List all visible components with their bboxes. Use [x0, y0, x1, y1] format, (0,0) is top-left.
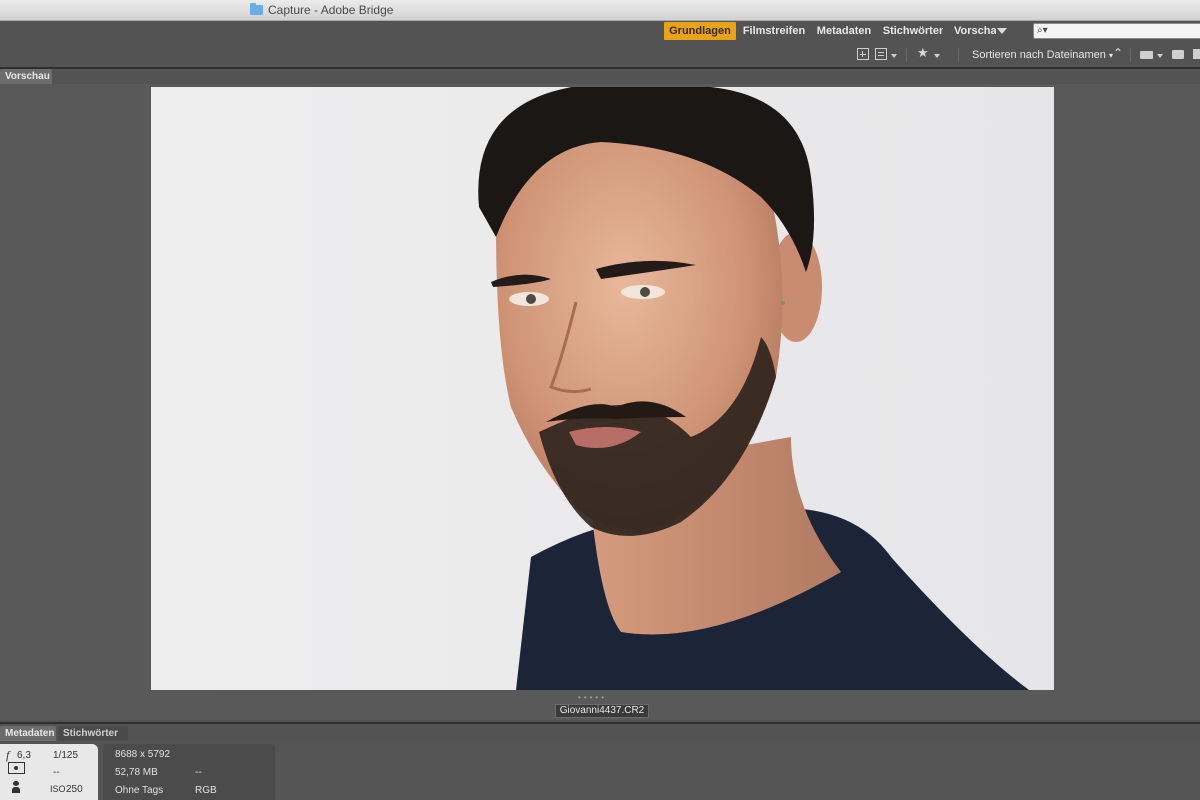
view-mode-icon[interactable] — [875, 48, 887, 60]
workspace-dropdown-icon[interactable] — [997, 28, 1007, 34]
sort-dropdown[interactable]: Sortieren nach Dateinamen ▾ — [972, 49, 1113, 61]
separator — [958, 48, 959, 62]
file-size: 52,78 MB — [115, 767, 158, 778]
recent-folder-icon[interactable] — [1140, 51, 1153, 59]
file-info-box: 8688 x 5792 52,78 MB -- Ohne Tags RGB — [103, 744, 275, 800]
new-folder-icon[interactable] — [1172, 50, 1184, 59]
rating-filter-dropdown-icon[interactable] — [934, 54, 940, 58]
file-size-extra: -- — [195, 767, 202, 778]
folder-icon — [250, 3, 263, 15]
workspace-vorschau[interactable]: Vorscha — [954, 22, 996, 40]
resize-handle[interactable]: ••••• — [578, 693, 607, 702]
person-icon — [12, 781, 20, 793]
search-icon: ⌕▾ — [1037, 25, 1048, 36]
metering-value: -- — [53, 767, 60, 778]
preview-filename: Giovanni4437.CR2 — [555, 704, 649, 718]
tags-status: Ohne Tags — [115, 785, 164, 796]
search-input[interactable]: ⌕▾ — [1033, 23, 1200, 39]
portrait-illustration — [478, 87, 1029, 690]
divider — [0, 722, 1200, 724]
separator — [906, 48, 907, 62]
aperture-value: 6,3 — [17, 750, 31, 761]
metering-icon — [8, 762, 25, 774]
shutter-value: 1/125 — [53, 750, 79, 761]
preview-image — [151, 87, 1054, 690]
view-mode-dropdown-icon[interactable] — [891, 54, 897, 58]
tab-stichwoerter[interactable]: Stichwörter — [58, 726, 128, 741]
recent-folder-dropdown-icon[interactable] — [1157, 54, 1163, 58]
view-toolbar: ★ Sortieren nach Dateinamen ▾ ⌃ — [0, 42, 1200, 68]
tab-metadaten[interactable]: Metadaten — [0, 726, 56, 741]
image-dimensions: 8688 x 5792 — [115, 749, 171, 760]
thumbnail-grid-icon[interactable] — [857, 48, 869, 60]
star-filter-icon[interactable]: ★ — [917, 45, 929, 61]
window-titlebar: Capture - Adobe Bridge — [0, 0, 1200, 21]
color-mode: RGB — [195, 785, 217, 796]
iso-value: 250 — [66, 784, 83, 795]
iso-label: ISO — [50, 784, 66, 794]
separator — [1130, 48, 1131, 62]
sort-ascending-icon[interactable]: ⌃ — [1113, 46, 1123, 60]
exif-placard: f 6,3 1/125 -- ISO 250 — [0, 744, 98, 800]
workspace-toolbar: Grundlagen Filmstreifen Metadaten Stichw… — [0, 21, 1200, 42]
window-title-text: Capture - Adobe Bridge — [268, 3, 394, 17]
sort-dropdown-label: Sortieren nach Dateinamen — [972, 49, 1106, 61]
workspace-stichwoerter[interactable]: Stichwörter — [880, 22, 946, 40]
tab-vorschau[interactable]: Vorschau — [0, 69, 52, 84]
workspace-metadaten[interactable]: Metadaten — [814, 22, 874, 40]
trash-icon[interactable] — [1193, 49, 1200, 59]
workspace-filmstreifen[interactable]: Filmstreifen — [742, 22, 806, 40]
divider — [0, 67, 1200, 69]
aperture-icon: f — [6, 748, 10, 762]
window-title: Capture - Adobe Bridge — [250, 3, 393, 17]
workspace-grundlagen[interactable]: Grundlagen — [664, 22, 736, 40]
